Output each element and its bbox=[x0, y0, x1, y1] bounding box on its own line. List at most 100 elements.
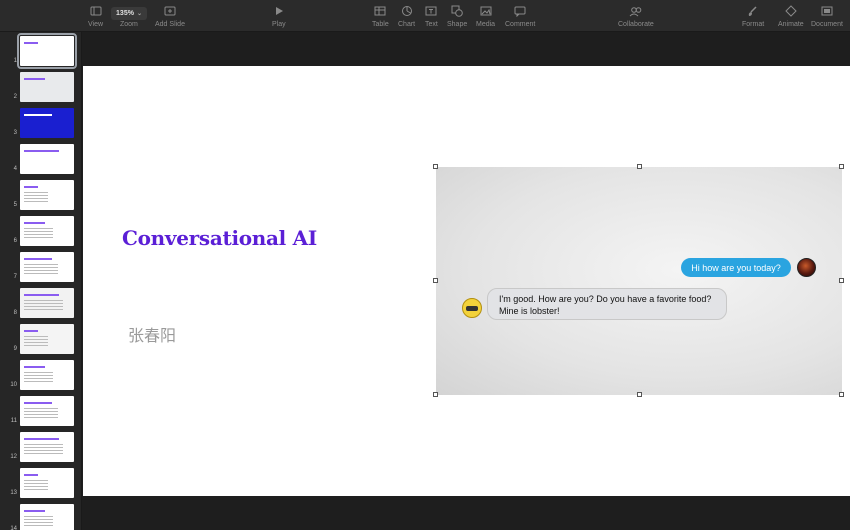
slide-navigator: 1 2 3 4 5 6 7 8 9 10 11 12 13 14 bbox=[0, 32, 82, 530]
slide-number: 2 bbox=[13, 94, 17, 100]
slide-preview-content bbox=[24, 402, 52, 404]
slide-preview-content bbox=[24, 264, 58, 276]
canvas-margin-bottom bbox=[83, 496, 850, 530]
keynote-window: View 135% ⌄ Zoom Add Slide Play Table Ch… bbox=[0, 0, 850, 530]
slide-thumbnail-7[interactable]: 7 bbox=[0, 250, 81, 284]
media-label: Media bbox=[476, 21, 496, 28]
play-button[interactable]: Play bbox=[272, 4, 286, 28]
slide-preview bbox=[20, 324, 74, 354]
slide-preview-content bbox=[24, 228, 53, 240]
slide-preview-content bbox=[24, 186, 38, 188]
slide-number: 13 bbox=[10, 490, 17, 496]
bot-message-line: Mine is lobster! bbox=[499, 306, 560, 316]
slide-thumbnail-4[interactable]: 4 bbox=[0, 142, 81, 176]
slide-number: 4 bbox=[13, 166, 17, 172]
bot-message-bubble: I'm good. How are you? Do you have a fav… bbox=[487, 288, 727, 320]
text-button[interactable]: Text bbox=[425, 4, 438, 28]
slide-preview-content bbox=[24, 258, 52, 260]
slide-preview-content bbox=[24, 516, 53, 528]
add-slide-button[interactable]: Add Slide bbox=[155, 4, 185, 28]
slide-thumbnail-5[interactable]: 5 bbox=[0, 178, 81, 212]
slide-thumbnail-11[interactable]: 11 bbox=[0, 394, 81, 428]
slide-preview-content bbox=[24, 114, 52, 116]
resize-handle[interactable] bbox=[637, 164, 642, 169]
text-box-icon bbox=[425, 4, 437, 18]
media-icon bbox=[480, 4, 492, 18]
slide-number: 9 bbox=[13, 346, 17, 352]
chevron-down-icon: ⌄ bbox=[136, 11, 142, 17]
comment-button[interactable]: Comment bbox=[505, 4, 535, 28]
slide-thumbnail-3[interactable]: 3 bbox=[0, 106, 81, 140]
play-label: Play bbox=[272, 21, 286, 28]
chart-button[interactable]: Chart bbox=[398, 4, 415, 28]
slide-preview-content bbox=[24, 150, 59, 152]
slide-thumbnail-1[interactable]: 1 bbox=[0, 33, 81, 69]
slide-author[interactable]: 张春阳 bbox=[128, 322, 176, 346]
slide-preview-content bbox=[24, 336, 48, 348]
slide-number: 8 bbox=[13, 310, 17, 316]
zoom-button[interactable]: Zoom bbox=[120, 18, 138, 28]
slide-preview bbox=[20, 396, 74, 426]
table-icon bbox=[374, 4, 386, 18]
slide-title[interactable]: Conversational AI bbox=[122, 226, 317, 250]
comment-label: Comment bbox=[505, 21, 536, 28]
slide-thumbnail-8[interactable]: 8 bbox=[0, 286, 81, 320]
slide-preview-content bbox=[24, 444, 63, 456]
slide-preview bbox=[20, 72, 74, 102]
slide-preview bbox=[20, 504, 74, 530]
slide-number: 3 bbox=[13, 130, 17, 136]
resize-handle[interactable] bbox=[839, 392, 844, 397]
slide-preview bbox=[20, 108, 74, 138]
zoom-label: Zoom bbox=[120, 21, 138, 28]
table-button[interactable]: Table bbox=[372, 4, 389, 28]
slide-thumbnail-14[interactable]: 14 bbox=[0, 502, 81, 530]
slide-preview bbox=[20, 216, 74, 246]
add-slide-label: Add Slide bbox=[155, 21, 185, 28]
chart-icon bbox=[401, 4, 413, 18]
slide-preview-content bbox=[24, 192, 48, 204]
slide-number: 1 bbox=[13, 58, 17, 64]
media-button[interactable]: Media bbox=[476, 4, 495, 28]
zoom-value: 135% bbox=[116, 10, 134, 17]
table-label: Table bbox=[372, 21, 389, 28]
resize-handle[interactable] bbox=[433, 278, 438, 283]
document-button[interactable]: Document bbox=[811, 4, 843, 28]
slide-number: 11 bbox=[10, 418, 17, 424]
resize-handle[interactable] bbox=[839, 164, 844, 169]
slide-thumbnail-13[interactable]: 13 bbox=[0, 466, 81, 500]
format-button[interactable]: Format bbox=[742, 4, 764, 28]
shape-label: Shape bbox=[447, 21, 468, 28]
collaborate-button[interactable]: Collaborate bbox=[618, 4, 654, 28]
animate-icon bbox=[785, 4, 797, 18]
slide-thumbnail-12[interactable]: 12 bbox=[0, 430, 81, 464]
user-avatar bbox=[797, 258, 816, 277]
resize-handle[interactable] bbox=[839, 278, 844, 283]
slide-canvas[interactable]: Conversational AI 张春阳 Hi how are you tod… bbox=[83, 66, 850, 496]
animate-label: Animate bbox=[778, 21, 804, 28]
canvas-margin-top bbox=[83, 33, 850, 66]
toolbar: View 135% ⌄ Zoom Add Slide Play Table Ch… bbox=[0, 0, 850, 32]
view-button[interactable]: View bbox=[88, 4, 103, 28]
chat-image[interactable]: Hi how are you today? I'm good. How are … bbox=[433, 164, 844, 397]
slide-thumbnail-9[interactable]: 9 bbox=[0, 322, 81, 356]
slide-thumbnail-2[interactable]: 2 bbox=[0, 70, 81, 104]
slide-preview bbox=[20, 468, 74, 498]
comment-icon bbox=[514, 4, 526, 18]
slide-preview bbox=[20, 288, 74, 318]
slide-thumbnail-6[interactable]: 6 bbox=[0, 214, 81, 248]
slide-preview-content bbox=[24, 294, 59, 296]
slide-preview bbox=[20, 360, 74, 390]
animate-button[interactable]: Animate bbox=[778, 4, 804, 28]
resize-handle[interactable] bbox=[433, 164, 438, 169]
slide-preview-content bbox=[24, 474, 38, 476]
slide-preview-content bbox=[24, 78, 45, 80]
slide-preview-content bbox=[24, 438, 59, 440]
slide-number: 14 bbox=[10, 526, 17, 530]
resize-handle[interactable] bbox=[433, 392, 438, 397]
play-icon bbox=[274, 4, 284, 18]
shape-button[interactable]: Shape bbox=[447, 4, 467, 28]
slide-thumbnail-10[interactable]: 10 bbox=[0, 358, 81, 392]
bot-avatar-icon bbox=[462, 298, 482, 318]
resize-handle[interactable] bbox=[637, 392, 642, 397]
slide-number: 12 bbox=[10, 454, 17, 460]
